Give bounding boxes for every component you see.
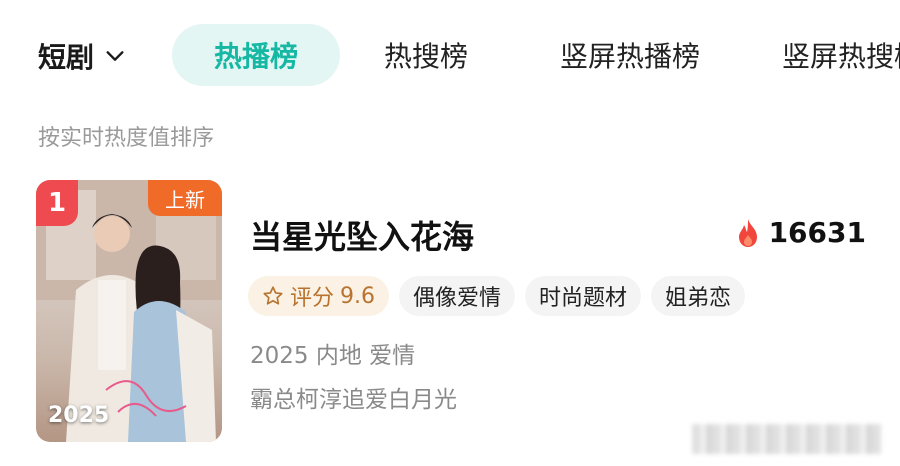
drama-description: 霸总柯淳追爱白月光 xyxy=(250,387,457,413)
chevron-down-icon xyxy=(106,51,124,61)
tab-label: 竖屏热搜榜 xyxy=(782,40,900,73)
heat-value: 16631 xyxy=(768,216,866,249)
new-badge: 上新 xyxy=(148,180,222,216)
star-outline-icon xyxy=(263,286,283,305)
blurred-watermark xyxy=(692,424,882,454)
tab-label: 热播榜 xyxy=(213,40,298,73)
tag-list: 评分 9.6 偶像爱情 时尚题材 姐弟恋 xyxy=(248,276,746,316)
drama-meta: 2025 内地 爱情 xyxy=(250,343,416,369)
tab-hot-search[interactable]: 热搜榜 xyxy=(372,24,480,86)
flame-icon xyxy=(738,218,757,247)
heat-indicator: 16631 xyxy=(735,216,866,249)
sort-description: 按实时热度值排序 xyxy=(38,126,215,151)
genre-tag[interactable]: 偶像爱情 xyxy=(399,276,516,316)
genre-tag[interactable]: 姐弟恋 xyxy=(651,276,746,316)
category-dropdown[interactable]: 短剧 xyxy=(38,36,126,76)
tab-vertical-hot-search[interactable]: 竖屏热搜榜 xyxy=(782,24,900,86)
poster-year: 2025 xyxy=(48,403,110,428)
tab-vertical-hot-play[interactable]: 竖屏热播榜 xyxy=(548,24,712,86)
rank-badge: 1 xyxy=(36,180,78,226)
rating-tag: 评分 9.6 xyxy=(248,276,390,316)
rating-value: 9.6 xyxy=(340,283,376,309)
drama-card[interactable]: 1 上新 2025 当星光坠入花海 16631 评分 9.6 偶像爱情 时尚题材… xyxy=(36,180,876,442)
drama-poster[interactable]: 1 上新 2025 xyxy=(36,180,222,442)
category-label: 短剧 xyxy=(38,41,95,74)
tab-label: 竖屏热播榜 xyxy=(559,40,700,73)
ranking-tab-bar: 短剧 热播榜 热搜榜 竖屏热播榜 竖屏热搜榜 xyxy=(0,0,900,110)
rating-label: 评分 xyxy=(290,286,335,311)
tab-hot-play[interactable]: 热播榜 xyxy=(172,24,340,86)
drama-title[interactable]: 当星光坠入花海 xyxy=(250,212,474,258)
genre-tag[interactable]: 时尚题材 xyxy=(525,276,642,316)
tab-label: 热搜榜 xyxy=(383,40,468,73)
